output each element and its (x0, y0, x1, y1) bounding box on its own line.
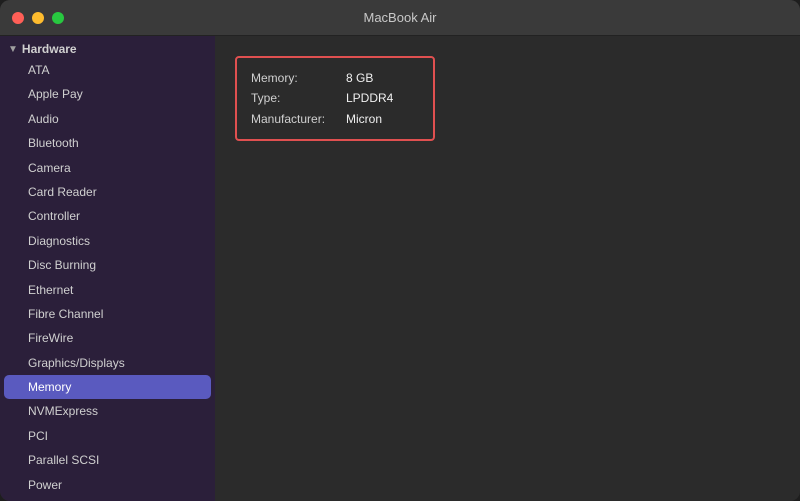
sidebar-item-graphics-displays[interactable]: Graphics/Displays (0, 351, 215, 375)
hardware-group-label: Hardware (22, 42, 77, 56)
sidebar-item-apple-pay[interactable]: Apple Pay (0, 82, 215, 106)
sidebar-item-camera[interactable]: Camera (0, 156, 215, 180)
sidebar-item-ata[interactable]: ATA (0, 58, 215, 82)
sidebar-item-printers[interactable]: Printers (0, 497, 215, 501)
sidebar: ▼ Hardware ATA Apple Pay Audio Bluetooth… (0, 36, 215, 501)
window-title: MacBook Air (364, 10, 437, 25)
hardware-section: ▼ Hardware ATA Apple Pay Audio Bluetooth… (0, 40, 215, 501)
chevron-down-icon: ▼ (8, 44, 18, 55)
content-area: ▼ Hardware ATA Apple Pay Audio Bluetooth… (0, 36, 800, 501)
type-row: Type: LPDDR4 (251, 88, 419, 108)
manufacturer-label: Manufacturer: (251, 109, 346, 129)
sidebar-item-ethernet[interactable]: Ethernet (0, 278, 215, 302)
sidebar-item-firewire[interactable]: FireWire (0, 326, 215, 350)
sidebar-item-nvmexpress[interactable]: NVMExpress (0, 399, 215, 423)
sidebar-item-card-reader[interactable]: Card Reader (0, 180, 215, 204)
sidebar-item-pci[interactable]: PCI (0, 424, 215, 448)
type-label: Type: (251, 88, 346, 108)
manufacturer-row: Manufacturer: Micron (251, 109, 419, 129)
sidebar-item-controller[interactable]: Controller (0, 204, 215, 228)
main-content: Memory: 8 GB Type: LPDDR4 Manufacturer: … (215, 36, 800, 501)
sidebar-item-bluetooth[interactable]: Bluetooth (0, 131, 215, 155)
type-value: LPDDR4 (346, 88, 393, 108)
sidebar-item-fibre-channel[interactable]: Fibre Channel (0, 302, 215, 326)
sidebar-item-audio[interactable]: Audio (0, 107, 215, 131)
traffic-lights (12, 12, 64, 24)
title-bar: MacBook Air (0, 0, 800, 36)
minimize-button[interactable] (32, 12, 44, 24)
manufacturer-value: Micron (346, 109, 382, 129)
sidebar-item-diagnostics[interactable]: Diagnostics (0, 229, 215, 253)
memory-value: 8 GB (346, 68, 373, 88)
memory-info-box: Memory: 8 GB Type: LPDDR4 Manufacturer: … (235, 56, 435, 141)
app-window: MacBook Air ▼ Hardware ATA Apple Pay Aud… (0, 0, 800, 501)
sidebar-item-memory[interactable]: Memory (4, 375, 211, 399)
sidebar-item-power[interactable]: Power (0, 473, 215, 497)
sidebar-item-parallel-scsi[interactable]: Parallel SCSI (0, 448, 215, 472)
memory-label: Memory: (251, 68, 346, 88)
close-button[interactable] (12, 12, 24, 24)
hardware-group-header[interactable]: ▼ Hardware (0, 40, 215, 58)
maximize-button[interactable] (52, 12, 64, 24)
memory-row: Memory: 8 GB (251, 68, 419, 88)
sidebar-item-disc-burning[interactable]: Disc Burning (0, 253, 215, 277)
